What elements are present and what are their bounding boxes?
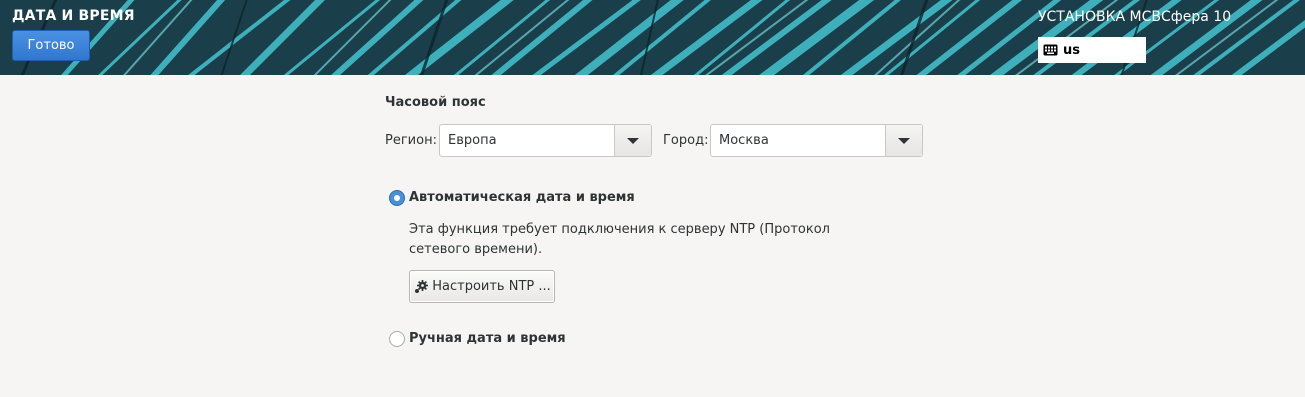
region-label: Регион: bbox=[385, 133, 437, 148]
product-title: УСТАНОВКА МСВСфера 10 bbox=[1038, 9, 1232, 25]
ntp-description: Эта функция требует подключения к сервер… bbox=[409, 222, 830, 257]
gear-icon bbox=[415, 279, 429, 293]
chevron-down-icon bbox=[627, 137, 639, 144]
city-combobox[interactable]: Москва bbox=[710, 124, 923, 157]
configure-ntp-label: Настроить NTP ... bbox=[432, 279, 551, 294]
city-value: Москва bbox=[719, 133, 769, 148]
chevron-down-icon bbox=[898, 137, 910, 144]
header-banner: ДАТА И ВРЕМЯ Готово УСТАНОВКА МСВСфера 1… bbox=[0, 0, 1305, 75]
auto-datetime-radio[interactable] bbox=[389, 190, 405, 206]
configure-ntp-button[interactable]: Настроить NTP ... bbox=[409, 270, 555, 303]
timezone-heading: Часовой пояс bbox=[385, 95, 486, 110]
manual-datetime-radio[interactable] bbox=[389, 331, 405, 347]
manual-datetime-label[interactable]: Ручная дата и время bbox=[409, 331, 566, 346]
city-dropdown-button[interactable] bbox=[885, 125, 922, 156]
city-label: Город: bbox=[663, 133, 709, 148]
keyboard-layout-label: us bbox=[1063, 42, 1080, 58]
keyboard-icon bbox=[1043, 44, 1058, 56]
keyboard-layout-indicator[interactable]: us bbox=[1038, 37, 1146, 63]
region-combobox[interactable]: Европа bbox=[439, 124, 652, 157]
region-value: Европа bbox=[448, 133, 497, 148]
page-title: ДАТА И ВРЕМЯ bbox=[12, 8, 135, 24]
done-button[interactable]: Готово bbox=[12, 30, 90, 61]
auto-datetime-label[interactable]: Автоматическая дата и время bbox=[409, 190, 635, 205]
region-dropdown-button[interactable] bbox=[614, 125, 651, 156]
